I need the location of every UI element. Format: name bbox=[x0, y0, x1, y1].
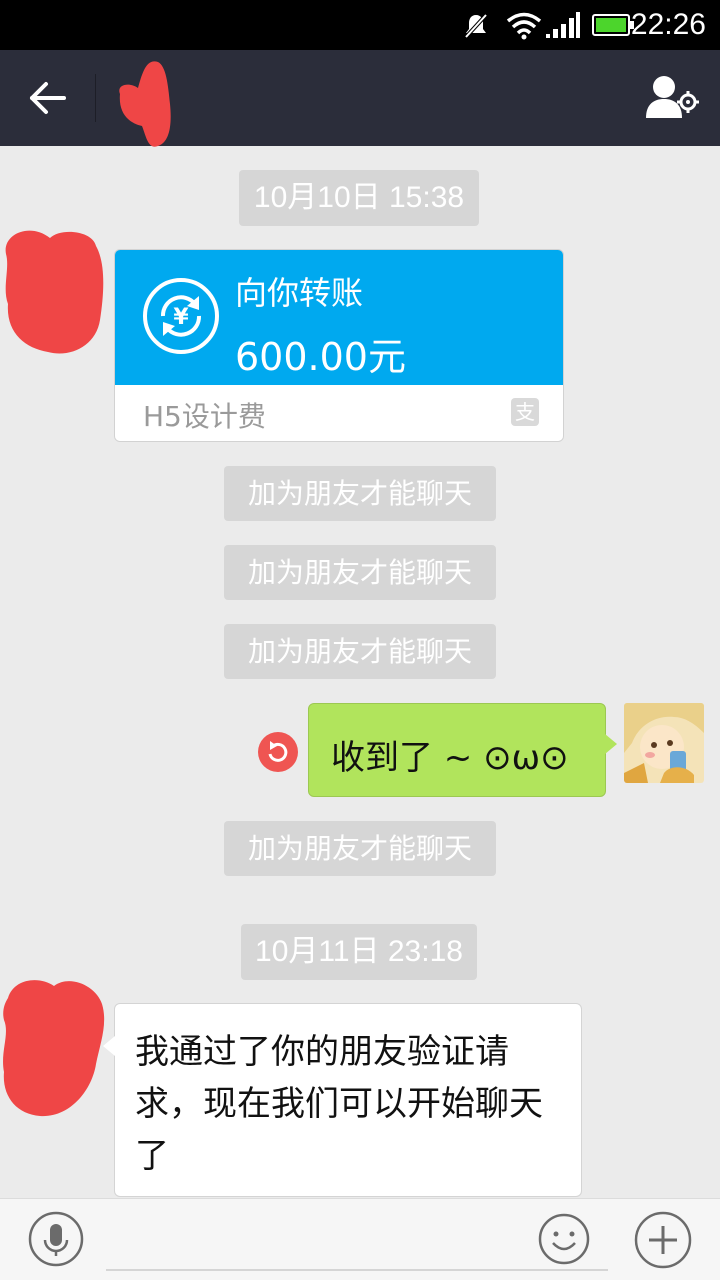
resend-icon[interactable] bbox=[258, 732, 298, 772]
transfer-title: 向你转账 bbox=[235, 274, 364, 312]
plus-icon[interactable] bbox=[634, 1211, 692, 1269]
nav-divider bbox=[95, 74, 96, 122]
chat-message-list[interactable]: 10月10日 15:38 ¥ 向你转账 600.00元 H5设计费 支 加为朋友… bbox=[0, 146, 720, 1198]
smiley-icon[interactable] bbox=[538, 1213, 590, 1265]
wifi-icon bbox=[506, 12, 542, 40]
system-notice: 加为朋友才能聊天 bbox=[224, 624, 496, 679]
alipay-icon: 支 bbox=[511, 398, 539, 426]
friend-message-bubble[interactable]: 我通过了你的朋友验证请求，现在我们可以开始聊天了 bbox=[103, 1003, 582, 1197]
system-notice: 加为朋友才能聊天 bbox=[224, 821, 496, 876]
system-notice: 加为朋友才能聊天 bbox=[224, 545, 496, 600]
friend-avatar[interactable] bbox=[0, 974, 108, 1122]
transfer-card-footer: H5设计费 支 bbox=[115, 385, 563, 441]
my-message-text: 收到了 ~ ⊙ω⊙ bbox=[331, 738, 569, 778]
message-input[interactable] bbox=[106, 1207, 608, 1271]
transfer-memo: H5设计费 bbox=[143, 400, 266, 433]
my-avatar[interactable] bbox=[624, 703, 704, 783]
back-arrow-icon[interactable] bbox=[26, 78, 70, 118]
transfer-message-card[interactable]: ¥ 向你转账 600.00元 H5设计费 支 bbox=[114, 249, 564, 442]
battery-icon bbox=[592, 14, 634, 36]
chat-header bbox=[0, 50, 720, 147]
system-notice: 加为朋友才能聊天 bbox=[224, 466, 496, 521]
transfer-card-header: ¥ 向你转账 600.00元 bbox=[115, 250, 563, 385]
signal-icon bbox=[546, 12, 580, 38]
profile-settings-icon[interactable] bbox=[644, 74, 700, 124]
transfer-amount: 600.00元 bbox=[235, 335, 406, 379]
message-timestamp: 10月11日 23:18 bbox=[241, 924, 477, 980]
redacted-contact-name bbox=[119, 61, 171, 147]
chat-input-bar bbox=[0, 1198, 720, 1280]
status-time: 22:26 bbox=[630, 8, 706, 41]
friend-avatar[interactable] bbox=[0, 224, 110, 358]
transfer-yuan-icon: ¥ bbox=[143, 278, 219, 354]
my-message-bubble[interactable]: 收到了 ~ ⊙ω⊙ bbox=[308, 703, 617, 797]
status-bar: 22:26 bbox=[0, 0, 720, 50]
message-timestamp: 10月10日 15:38 bbox=[239, 170, 479, 226]
friend-message-text: 我通过了你的朋友验证请求，现在我们可以开始聊天了 bbox=[135, 1032, 543, 1176]
svg-text:¥: ¥ bbox=[173, 305, 189, 330]
microphone-icon[interactable] bbox=[28, 1211, 84, 1267]
muted-notification-icon bbox=[464, 13, 488, 39]
